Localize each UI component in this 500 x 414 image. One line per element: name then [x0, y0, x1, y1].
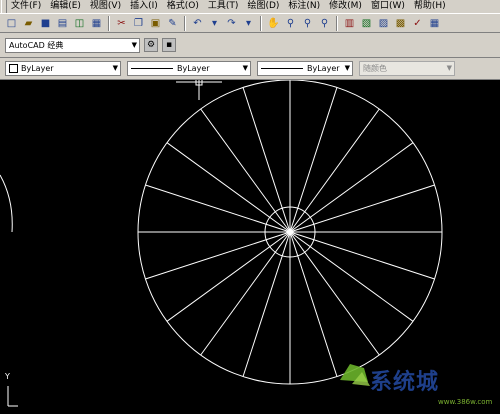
radial-line[interactable]	[289, 142, 414, 233]
lineweight-control-value: ByLayer	[307, 64, 340, 73]
properties-toolbar: ByLayer ▼ ByLayer ▼ ByLayer ▼ 随颜色 ▼	[0, 58, 500, 80]
menu-help[interactable]: 帮助(H)	[410, 0, 451, 13]
save-icon[interactable]: ■	[38, 16, 53, 31]
plot-preview-icon[interactable]: ◫	[72, 16, 87, 31]
print-icon[interactable]: ▤	[55, 16, 70, 31]
standard-toolbar: □ ▰ ■ ▤ ◫ ▦ ✂ ❐ ▣ ✎ ↶ ▾ ↷ ▾ ✋ ⚲ ⚲ ⚲ ▥ ▧ …	[0, 13, 500, 33]
plotstyle-control: 随颜色 ▼	[359, 61, 455, 76]
menu-tools[interactable]: 工具(T)	[204, 0, 244, 13]
workspace-toolbar: AutoCAD 经典 ▼ ⚙ ▪	[0, 33, 500, 58]
radial-line[interactable]	[242, 231, 291, 377]
chevron-down-icon[interactable]: ▼	[243, 62, 248, 75]
radial-line[interactable]	[242, 87, 291, 233]
lineweight-control[interactable]: ByLayer ▼	[257, 61, 353, 76]
workspace-select-value: AutoCAD 经典	[9, 40, 64, 50]
radial-line[interactable]	[200, 231, 291, 356]
paste-icon[interactable]: ▣	[148, 16, 163, 31]
radial-line[interactable]	[166, 231, 291, 322]
toolbar-separator	[184, 15, 186, 31]
undo-dropdown-icon[interactable]: ▾	[207, 16, 222, 31]
menu-format[interactable]: 格式(O)	[163, 0, 204, 13]
workspace-select[interactable]: AutoCAD 经典 ▼	[5, 37, 140, 53]
linetype-preview	[131, 68, 173, 69]
chevron-down-icon[interactable]: ▼	[345, 62, 350, 75]
redo-dropdown-icon[interactable]: ▾	[241, 16, 256, 31]
undo-icon[interactable]: ↶	[190, 16, 205, 31]
linetype-control[interactable]: ByLayer ▼	[127, 61, 251, 76]
menu-bar: 文件(F) 编辑(E) 视图(V) 插入(I) 格式(O) 工具(T) 绘图(D…	[0, 0, 500, 13]
radial-line[interactable]	[289, 231, 338, 377]
radial-line[interactable]	[200, 108, 291, 233]
pan-icon[interactable]: ✋	[266, 16, 281, 31]
ucs-y-label: Y	[5, 372, 10, 381]
sheet-set-icon[interactable]: ▩	[393, 16, 408, 31]
menu-draw[interactable]: 绘图(D)	[243, 0, 284, 13]
toolbar-separator	[108, 15, 110, 31]
design-center-icon[interactable]: ▧	[359, 16, 374, 31]
partial-arc[interactable]	[0, 174, 13, 233]
markup-icon[interactable]: ✓	[410, 16, 425, 31]
radial-line[interactable]	[145, 184, 291, 233]
chevron-down-icon[interactable]: ▼	[113, 62, 118, 75]
menu-insert[interactable]: 插入(I)	[126, 0, 163, 13]
calculator-icon[interactable]: ▦	[427, 16, 442, 31]
workspace-save-icon[interactable]: ▪	[162, 38, 176, 52]
cut-icon[interactable]: ✂	[114, 16, 129, 31]
tool-palettes-icon[interactable]: ▨	[376, 16, 391, 31]
copy-icon[interactable]: ❐	[131, 16, 146, 31]
match-properties-icon[interactable]: ✎	[165, 16, 180, 31]
workspace-settings-icon[interactable]: ⚙	[144, 38, 158, 52]
watermark-url: www.386w.com	[438, 398, 493, 406]
color-swatch	[9, 64, 18, 73]
menu-view[interactable]: 视图(V)	[86, 0, 126, 13]
chevron-down-icon[interactable]: ▼	[132, 39, 137, 52]
linetype-control-value: ByLayer	[177, 64, 210, 73]
menu-file[interactable]: 文件(F)	[7, 0, 46, 13]
lineweight-preview	[261, 68, 303, 69]
plotstyle-control-value: 随颜色	[363, 64, 387, 73]
redo-icon[interactable]: ↷	[224, 16, 239, 31]
new-icon[interactable]: □	[4, 16, 19, 31]
radial-line[interactable]	[166, 142, 291, 233]
radial-line[interactable]	[289, 87, 338, 233]
menu-window[interactable]: 窗口(W)	[367, 0, 410, 13]
menu-edit[interactable]: 编辑(E)	[46, 0, 86, 13]
zoom-previous-icon[interactable]: ⚲	[317, 16, 332, 31]
watermark-text: 系统城	[370, 369, 440, 395]
radial-line[interactable]	[289, 231, 414, 322]
toolbar-separator	[336, 15, 338, 31]
chevron-down-icon: ▼	[446, 64, 452, 72]
zoom-window-icon[interactable]: ⚲	[300, 16, 315, 31]
radial-line[interactable]	[289, 231, 380, 356]
radial-line[interactable]	[289, 231, 435, 280]
radial-line[interactable]	[289, 108, 380, 233]
radial-line[interactable]	[145, 231, 291, 280]
menu-dimension[interactable]: 标注(N)	[284, 0, 325, 13]
properties-icon[interactable]: ▥	[342, 16, 357, 31]
menu-modify[interactable]: 修改(M)	[325, 0, 367, 13]
toolbar-separator	[260, 15, 262, 31]
radial-line[interactable]	[289, 184, 435, 233]
color-control[interactable]: ByLayer ▼	[5, 61, 121, 76]
open-icon[interactable]: ▰	[21, 16, 36, 31]
zoom-realtime-icon[interactable]: ⚲	[283, 16, 298, 31]
color-control-value: ByLayer	[21, 64, 54, 73]
publish-icon[interactable]: ▦	[89, 16, 104, 31]
